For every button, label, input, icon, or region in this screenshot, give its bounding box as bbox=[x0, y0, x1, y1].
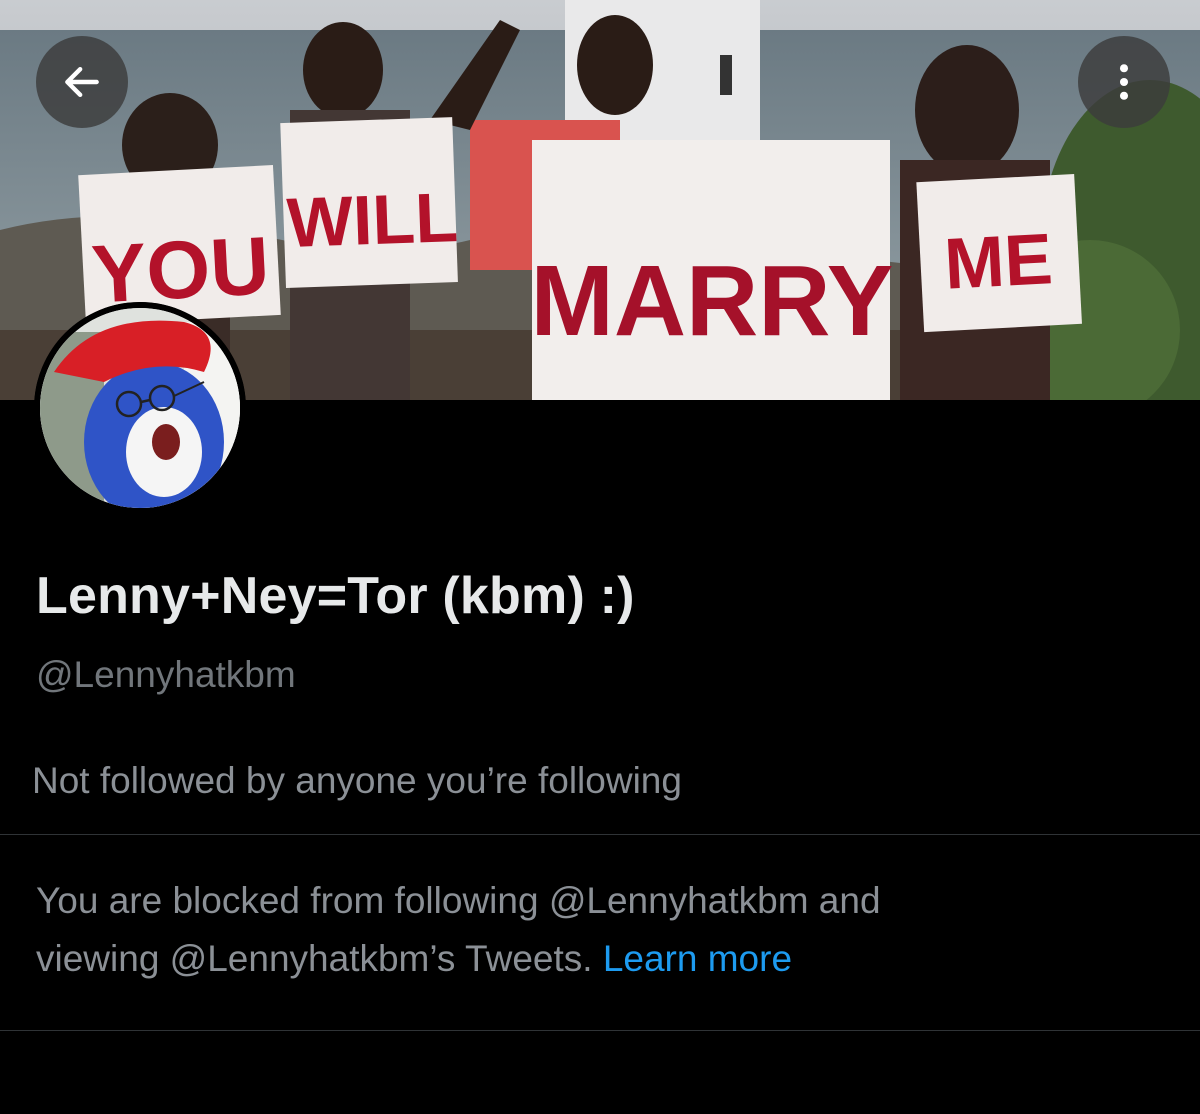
display-name: Lenny+Ney=Tor (kbm) :) bbox=[36, 567, 635, 625]
more-options-button[interactable] bbox=[1078, 36, 1170, 128]
more-vertical-icon bbox=[1119, 64, 1129, 100]
user-handle: @Lennyhatkbm bbox=[36, 654, 296, 695]
profile-avatar[interactable] bbox=[34, 302, 246, 514]
arrow-left-icon bbox=[65, 66, 99, 98]
avatar-photo bbox=[34, 302, 246, 514]
blocked-notice: You are blocked from following @Lennyhat… bbox=[36, 872, 1156, 988]
sign-will: WILL bbox=[286, 178, 460, 262]
back-button[interactable] bbox=[36, 36, 128, 128]
sign-me: ME bbox=[942, 219, 1054, 305]
blocked-text-line-2: viewing @Lennyhatkbm’s Tweets. bbox=[36, 938, 593, 979]
sign-marry: MARRY bbox=[531, 245, 894, 357]
followers-context: Not followed by anyone you’re following bbox=[32, 760, 682, 801]
learn-more-link[interactable]: Learn more bbox=[603, 938, 792, 979]
divider bbox=[0, 834, 1200, 835]
divider bbox=[0, 1030, 1200, 1031]
blocked-text-line-1: You are blocked from following @Lennyhat… bbox=[36, 880, 881, 921]
